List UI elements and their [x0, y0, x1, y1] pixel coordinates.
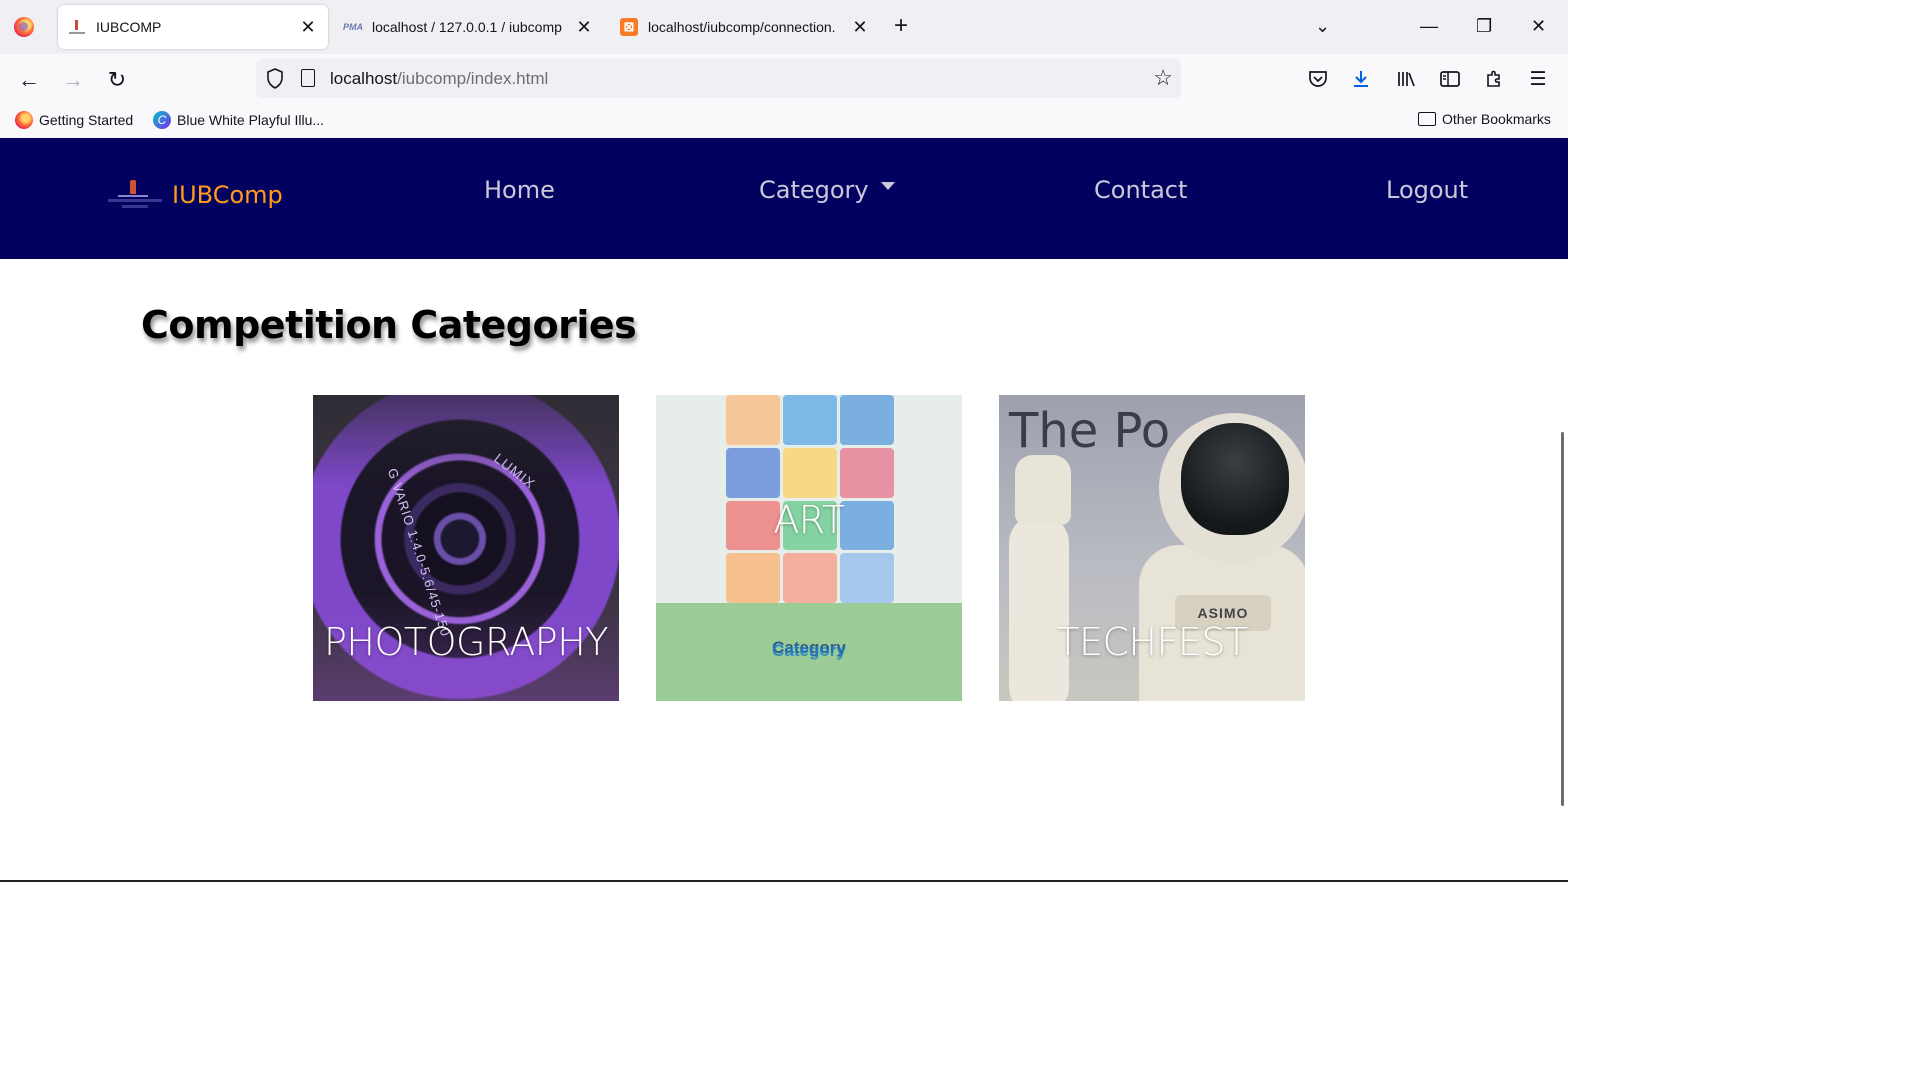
nav-category-dropdown[interactable]: Category: [759, 176, 895, 204]
iub-favicon-icon: [68, 18, 86, 36]
pocket-icon[interactable]: [1305, 66, 1331, 92]
page-info-icon[interactable]: [301, 69, 315, 87]
other-bookmarks-label: Other Bookmarks: [1442, 111, 1551, 127]
new-tab-icon[interactable]: +: [894, 14, 908, 38]
restore-icon[interactable]: ❐: [1476, 14, 1492, 38]
folder-icon: [1418, 112, 1436, 126]
tab-title: localhost/iubcomp/connection.: [648, 19, 836, 35]
reload-icon[interactable]: ↻: [103, 66, 131, 94]
address-bar[interactable]: localhost/iubcomp/index.html ☆: [256, 59, 1181, 98]
minimize-icon[interactable]: —: [1420, 14, 1438, 38]
bookmark-blue-white-playful[interactable]: C Blue White Playful Illu...: [153, 111, 324, 129]
forward-arrow-icon[interactable]: →: [59, 66, 87, 94]
firefox-icon: [15, 111, 33, 129]
caret-down-icon: [880, 182, 895, 190]
close-tab-icon[interactable]: ✕: [296, 15, 320, 39]
card-overlay-label[interactable]: Category: [656, 641, 962, 661]
other-bookmarks[interactable]: Other Bookmarks: [1418, 111, 1551, 127]
tab-iubcomp[interactable]: IUBCOMP ✕: [58, 5, 328, 49]
category-card-photography[interactable]: LUMIX G VARIO 1:4.0-5.6/45-150 PHOTOGRAP…: [313, 395, 619, 701]
bookmark-star-icon[interactable]: ☆: [1153, 65, 1173, 91]
card-caption: TECHFEST: [1056, 620, 1248, 664]
library-icon[interactable]: [1393, 66, 1419, 92]
nav-contact[interactable]: Contact: [1094, 176, 1187, 204]
site-navbar: IUBComp Home Category Contact Logout: [0, 138, 1568, 259]
url-text[interactable]: localhost/iubcomp/index.html: [330, 69, 548, 89]
shield-icon[interactable]: [266, 68, 284, 89]
bookmark-getting-started[interactable]: Getting Started: [15, 111, 133, 129]
tab-title: IUBCOMP: [96, 19, 162, 35]
back-arrow-icon[interactable]: ←: [15, 66, 43, 94]
tab-phpmyadmin[interactable]: PMA localhost / 127.0.0.1 / iubcomp ✕: [334, 5, 604, 49]
sidebar-icon[interactable]: [1437, 66, 1463, 92]
close-tab-icon[interactable]: ✕: [848, 15, 872, 39]
list-all-tabs-icon[interactable]: ⌄: [1315, 14, 1330, 38]
downloads-icon[interactable]: [1348, 66, 1374, 92]
extensions-icon[interactable]: [1481, 66, 1507, 92]
card-caption: ART: [773, 498, 845, 542]
phpmyadmin-favicon-icon: PMA: [343, 22, 363, 32]
bookmark-label: Blue White Playful Illu...: [177, 112, 325, 128]
bookmarks-toolbar: Getting Started C Blue White Playful Ill…: [0, 104, 1568, 138]
card-caption: PHOTOGRAPHY: [323, 620, 609, 664]
brand-name: IUBComp: [172, 181, 283, 209]
nav-logout[interactable]: Logout: [1386, 176, 1468, 204]
iub-logo-icon: [108, 178, 162, 212]
nav-home[interactable]: Home: [484, 176, 555, 204]
firefox-menu-icon[interactable]: [14, 17, 34, 37]
tab-title: localhost / 127.0.0.1 / iubcomp: [372, 19, 562, 35]
browser-tab-bar: IUBCOMP ✕ PMA localhost / 127.0.0.1 / iu…: [0, 0, 1568, 54]
canva-icon: C: [153, 111, 171, 129]
nav-category-label: Category: [759, 176, 869, 204]
background-sign-image: The Po: [1009, 403, 1171, 459]
page-divider: [0, 880, 1568, 882]
browser-toolbar: ← → ↻ localhost/iubcomp/index.html ☆ ☰: [0, 54, 1568, 104]
xampp-favicon-icon: ⊠: [620, 18, 638, 36]
scrollbar-thumb[interactable]: [1561, 432, 1564, 806]
category-card-art[interactable]: ART Category Category: [656, 395, 962, 701]
category-card-techfest[interactable]: The Po ASIMO TECHFEST: [999, 395, 1305, 701]
close-window-icon[interactable]: ✕: [1531, 14, 1546, 38]
close-tab-icon[interactable]: ✕: [572, 15, 596, 39]
brand-link[interactable]: IUBComp: [108, 178, 283, 212]
hamburger-menu-icon[interactable]: ☰: [1525, 66, 1551, 92]
section-title: Competition Categories: [141, 303, 637, 347]
tab-connection[interactable]: ⊠ localhost/iubcomp/connection. ✕: [610, 5, 880, 49]
bookmark-label: Getting Started: [39, 112, 134, 128]
